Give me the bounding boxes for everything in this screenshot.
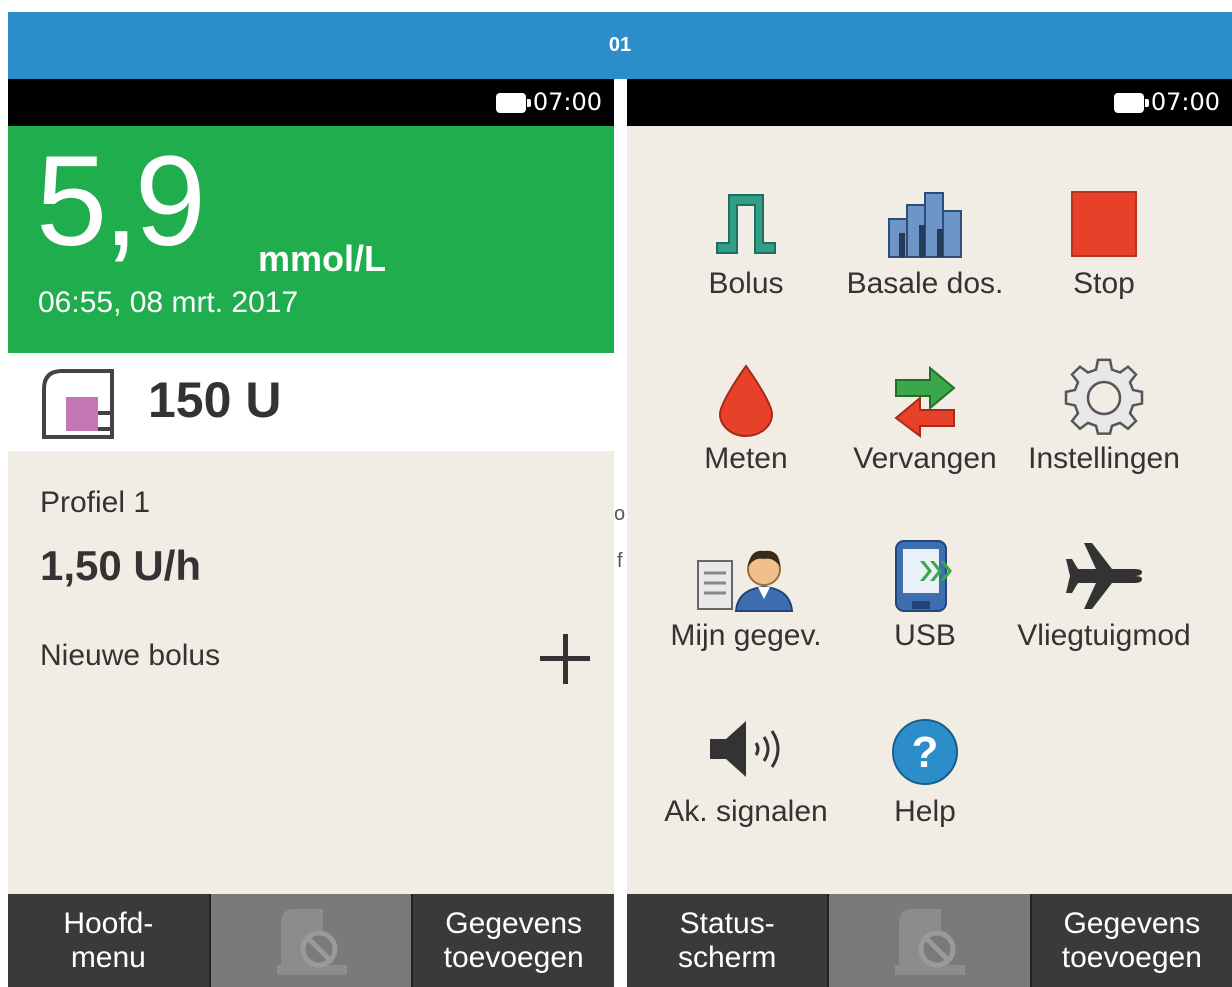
status-bar: 07:00 xyxy=(627,79,1232,126)
status-screen-button[interactable]: Status-scherm xyxy=(627,894,830,987)
menu-label: Help xyxy=(894,795,956,828)
menu-label: Vliegtuigmod xyxy=(1017,619,1191,652)
add-data-button[interactable]: Gegevens toevoegen xyxy=(1032,894,1232,987)
svg-text:?: ? xyxy=(912,728,939,777)
blood-drop-icon xyxy=(718,364,774,437)
airplane-icon xyxy=(1066,543,1142,609)
banner-title: 01 xyxy=(608,34,632,56)
add-data-button[interactable]: Gegevens toevoegen xyxy=(413,894,614,987)
my-data-icon xyxy=(697,550,794,612)
speaker-icon xyxy=(710,721,780,777)
pump-disabled-button[interactable] xyxy=(210,894,414,987)
pump-disabled-button[interactable] xyxy=(829,894,1032,987)
basal-rate-icon xyxy=(888,192,962,258)
stray-char: o xyxy=(614,503,626,525)
bottom-bar: Status-scherm Gegevens toevoegen xyxy=(627,894,1232,987)
new-bolus-label[interactable]: Nieuwe bolus xyxy=(40,639,220,673)
basal-rate-value: 1,50 U/h xyxy=(40,542,202,589)
menu-label: Ak. signalen xyxy=(664,795,828,828)
help-icon: ? xyxy=(892,719,958,785)
menu-label: Bolus xyxy=(708,267,784,300)
menu-label: Mijn gegev. xyxy=(670,619,822,652)
reservoir-panel[interactable]: 150 U xyxy=(8,353,614,451)
stray-char: f xyxy=(617,550,623,572)
glucose-unit: mmol/L xyxy=(258,238,387,279)
glucose-value: 5,9 xyxy=(36,130,206,273)
usb-device-icon xyxy=(895,540,952,612)
menu-label: Meten xyxy=(704,442,788,475)
glucose-datetime: 06:55, 08 mrt. 2017 xyxy=(38,286,299,319)
page-banner: 01 xyxy=(8,12,1232,79)
menu-label: Instellingen xyxy=(1028,442,1180,475)
main-menu-screen: 07:00 Bolus Basale dos. Stop Meten Verva… xyxy=(627,79,1232,987)
swap-arrows-icon xyxy=(894,365,956,438)
status-bar: 07:00 xyxy=(8,79,614,126)
menu-label: Basale dos. xyxy=(846,267,1004,300)
gear-icon xyxy=(1064,358,1144,435)
stop-icon xyxy=(1071,191,1137,257)
pump-disabled-icon xyxy=(895,908,966,975)
clock: 07:00 xyxy=(532,88,602,116)
menu-label: Vervangen xyxy=(853,442,997,475)
status-screen: 07:00 5,9 mmol/L 06:55, 08 mrt. 2017 150… xyxy=(8,79,614,987)
main-menu-button[interactable]: Hoofd-menu xyxy=(8,894,211,987)
battery-icon xyxy=(1114,93,1149,113)
glucose-panel[interactable]: 5,9 mmol/L 06:55, 08 mrt. 2017 xyxy=(8,126,614,353)
reservoir-icon xyxy=(42,369,114,439)
reservoir-amount: 150 U xyxy=(148,372,282,428)
battery-icon xyxy=(496,93,531,113)
pump-disabled-icon xyxy=(277,908,347,975)
basal-profile-name: Profiel 1 xyxy=(40,486,151,519)
plus-icon[interactable] xyxy=(540,634,590,684)
bolus-icon xyxy=(716,194,776,254)
bottom-bar: Hoofd-menu Gegevens toevoegen xyxy=(8,894,614,987)
clock: 07:00 xyxy=(1150,88,1220,116)
menu-label: USB xyxy=(894,619,956,652)
menu-label: Stop xyxy=(1073,267,1135,300)
